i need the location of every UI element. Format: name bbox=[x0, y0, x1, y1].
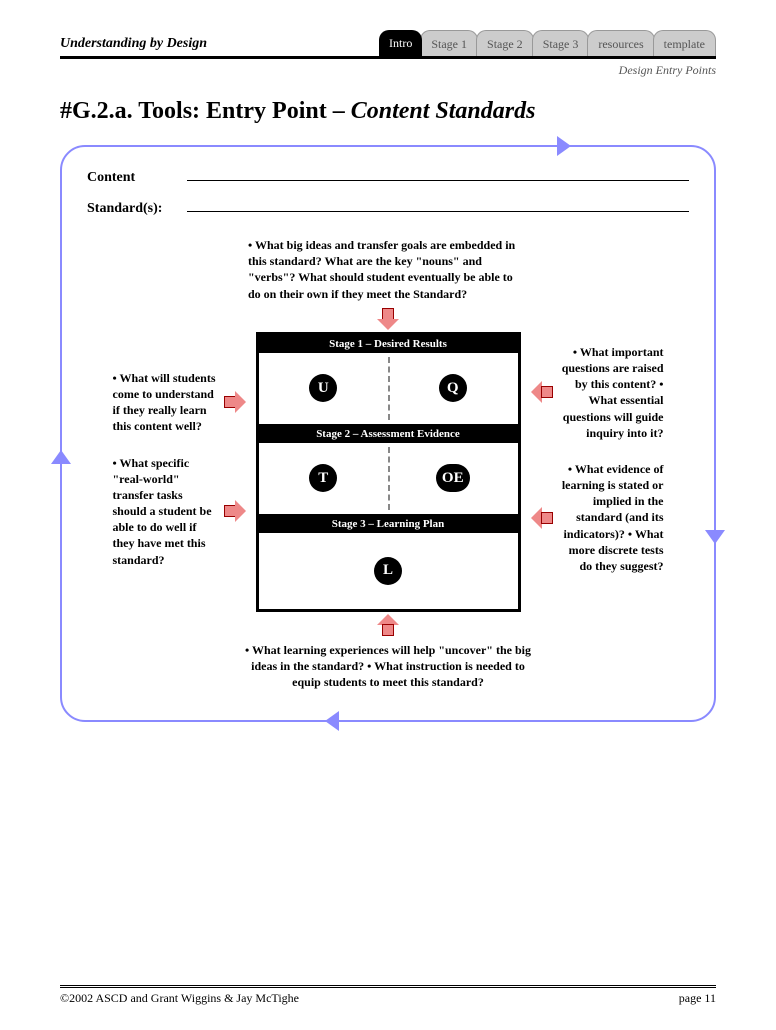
flow-arrow-icon bbox=[51, 450, 71, 464]
tab-template[interactable]: template bbox=[653, 30, 716, 56]
nav-tabs: Intro Stage 1 Stage 2 Stage 3 resources … bbox=[381, 30, 716, 56]
circle-t: T bbox=[309, 464, 337, 492]
question-bottom: • What learning experiences will help "u… bbox=[238, 642, 538, 691]
circle-l: L bbox=[374, 557, 402, 585]
arrow-right-icon bbox=[224, 500, 248, 522]
arrow-right-icon bbox=[224, 391, 248, 413]
arrow-up-icon bbox=[376, 614, 400, 636]
question-oe: • What evidence of learning is stated or… bbox=[557, 461, 664, 574]
standards-input[interactable] bbox=[187, 198, 689, 212]
circle-q: Q bbox=[439, 374, 467, 402]
ubd-diagram: Stage 1 – Desired Results U Q Stage 2 – … bbox=[256, 332, 521, 612]
footer: ©2002 ASCD and Grant Wiggins & Jay McTig… bbox=[60, 985, 716, 1006]
arrow-left-icon bbox=[529, 507, 553, 529]
tab-resources[interactable]: resources bbox=[587, 30, 654, 56]
circle-oe: OE bbox=[436, 464, 470, 492]
tab-stage1[interactable]: Stage 1 bbox=[420, 30, 478, 56]
tab-intro[interactable]: Intro bbox=[379, 30, 422, 56]
arrow-down-icon bbox=[376, 308, 400, 330]
header: Understanding by Design Intro Stage 1 St… bbox=[60, 30, 716, 59]
question-q: • What important questions are raised by… bbox=[557, 344, 664, 441]
question-t: • What specific "real-world" transfer ta… bbox=[113, 455, 220, 568]
question-u: • What will students come to understand … bbox=[113, 370, 220, 435]
standards-field: Standard(s): bbox=[87, 198, 689, 217]
stage3-header: Stage 3 – Learning Plan bbox=[259, 515, 518, 533]
copyright: ©2002 ASCD and Grant Wiggins & Jay McTig… bbox=[60, 991, 299, 1006]
breadcrumb: Design Entry Points bbox=[60, 59, 716, 88]
flow-arrow-icon bbox=[325, 711, 339, 731]
flow-arrow-icon bbox=[557, 136, 571, 156]
tab-stage3[interactable]: Stage 3 bbox=[532, 30, 590, 56]
arrow-left-icon bbox=[529, 381, 553, 403]
stage1-header: Stage 1 – Desired Results bbox=[259, 335, 518, 353]
content-input[interactable] bbox=[187, 167, 689, 181]
question-top: • What big ideas and transfer goals are … bbox=[248, 237, 528, 302]
page-number: page 11 bbox=[679, 991, 716, 1006]
content-field: Content bbox=[87, 167, 689, 186]
flow-arrow-icon bbox=[705, 530, 725, 544]
tab-stage2[interactable]: Stage 2 bbox=[476, 30, 534, 56]
main-frame: Content Standard(s): • What big ideas an… bbox=[60, 145, 716, 722]
circle-u: U bbox=[309, 374, 337, 402]
page-title: #G.2.a. Tools: Entry Point – Content Sta… bbox=[60, 98, 716, 125]
book-title: Understanding by Design bbox=[60, 36, 381, 56]
stage2-header: Stage 2 – Assessment Evidence bbox=[259, 425, 518, 443]
